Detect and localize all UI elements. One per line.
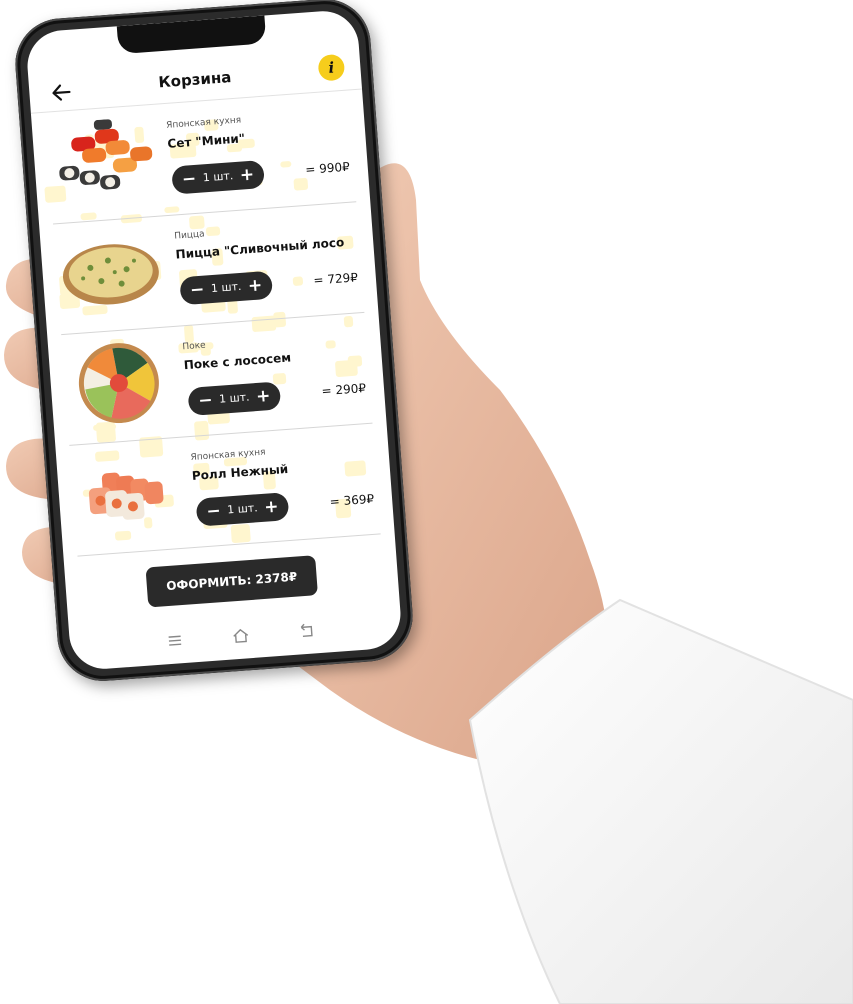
item-category: Японская кухня bbox=[165, 115, 242, 131]
poke-bowl-image bbox=[78, 343, 159, 424]
sushi-set-image bbox=[59, 119, 153, 190]
phone-screen: Корзина i Японская кухня Сет "Мини" − 1 … bbox=[25, 8, 403, 672]
item-category: Пицца bbox=[173, 229, 205, 242]
item-category: Японская кухня bbox=[190, 447, 266, 464]
back-nav-icon[interactable] bbox=[297, 621, 316, 640]
item-price: = 990₽ bbox=[304, 159, 351, 177]
quantity-stepper: − 1 шт. + bbox=[171, 159, 265, 195]
pizza-image bbox=[62, 244, 159, 305]
increase-button[interactable]: + bbox=[241, 271, 269, 301]
cart-item: Японская кухня Ролл Нежный − 1 шт. + = 3… bbox=[69, 423, 381, 557]
increase-button[interactable]: + bbox=[249, 382, 277, 412]
cart-item: Японская кухня Сет "Мини" − 1 шт. + = 99… bbox=[44, 91, 357, 225]
item-price: = 729₽ bbox=[312, 270, 359, 288]
cart-item: Поке Поке с лососем − 1 шт. + = 290₽ bbox=[61, 312, 373, 446]
item-price: = 290₽ bbox=[321, 381, 367, 399]
quantity-stepper: − 1 шт. + bbox=[195, 492, 290, 527]
item-price: = 369₽ bbox=[329, 491, 375, 509]
item-name: Поке с лососем bbox=[183, 350, 292, 373]
quantity-stepper: − 1 шт. + bbox=[179, 270, 274, 306]
increase-button[interactable]: + bbox=[257, 492, 285, 522]
quantity-stepper: − 1 шт. + bbox=[187, 381, 282, 416]
cart-list: Японская кухня Сет "Мини" − 1 шт. + = 99… bbox=[31, 90, 395, 557]
item-category: Поке bbox=[182, 340, 207, 353]
cart-item: Пицца Пицца "Сливочный лосо − 1 шт. + = … bbox=[53, 202, 365, 336]
phone-device: Корзина i Японская кухня Сет "Мини" − 1 … bbox=[12, 0, 416, 685]
home-icon[interactable] bbox=[231, 626, 250, 645]
roll-image bbox=[88, 472, 164, 520]
menu-icon[interactable] bbox=[165, 631, 184, 650]
increase-button[interactable]: + bbox=[233, 160, 261, 190]
